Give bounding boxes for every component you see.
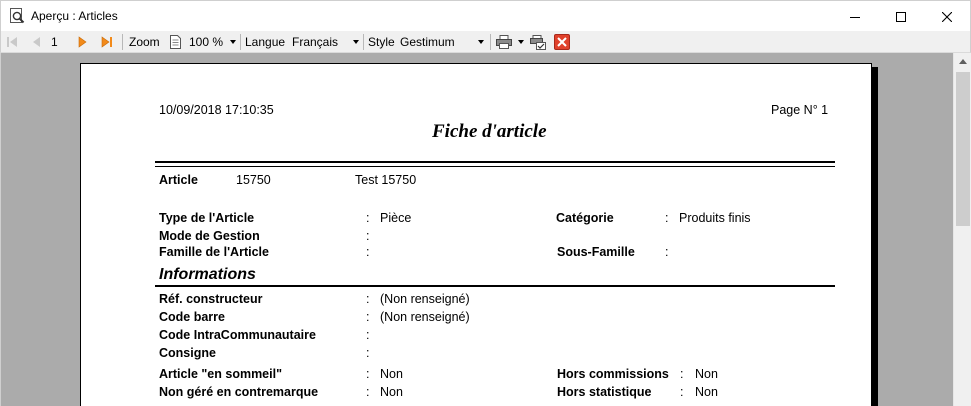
scroll-up-icon[interactable]	[959, 59, 967, 64]
close-icon	[942, 11, 952, 22]
info-value: Non	[380, 385, 403, 399]
next-page-button[interactable]	[78, 31, 88, 53]
last-page-button[interactable]	[101, 31, 113, 53]
close-preview-button[interactable]	[554, 31, 570, 53]
field-value: Pièce	[380, 211, 412, 225]
info-value: Non	[380, 367, 403, 381]
preview-magnifier-icon	[10, 8, 25, 24]
langue-label: Langue	[245, 35, 286, 49]
info-value: Non	[695, 367, 718, 381]
document-icon	[170, 35, 181, 49]
info-colon: :	[366, 310, 370, 324]
info-label: Consigne	[159, 346, 216, 360]
page-zoom-icon	[170, 31, 181, 53]
style-label: Style	[368, 35, 395, 49]
info-colon: :	[366, 346, 370, 360]
report-page-number: Page N° 1	[771, 103, 829, 117]
next-page-icon	[78, 36, 87, 48]
field-label: Sous-Famille	[557, 245, 635, 259]
double-rule-bottom	[155, 166, 835, 167]
field-colon: :	[366, 229, 370, 243]
info-colon: :	[680, 367, 684, 381]
maximize-icon	[896, 11, 906, 22]
chevron-down-icon[interactable]	[518, 40, 524, 44]
info-label: Article "en sommeil"	[159, 367, 283, 381]
info-colon: :	[366, 292, 370, 306]
field-label: Type de l'Article	[159, 211, 255, 225]
scrollbar-thumb[interactable]	[956, 72, 970, 226]
first-page-icon	[7, 37, 17, 47]
section-title-informations: Informations	[159, 266, 256, 283]
printer-icon	[496, 35, 512, 49]
field-colon: :	[366, 211, 370, 225]
info-value: (Non renseigné)	[380, 310, 470, 324]
info-colon: :	[680, 385, 684, 399]
info-value: (Non renseigné)	[380, 292, 470, 306]
first-page-button[interactable]	[6, 31, 18, 53]
field-label: Catégorie	[556, 211, 614, 225]
close-icon	[554, 34, 570, 50]
info-label: Hors commissions	[557, 367, 669, 381]
print-setup-icon	[530, 34, 546, 50]
info-colon: :	[366, 328, 370, 342]
window-title: Aperçu : Articles	[31, 9, 118, 23]
previous-page-icon	[33, 37, 40, 47]
field-label: Famille de l'Article	[159, 245, 269, 259]
report-title: Fiche d'article	[432, 121, 547, 142]
info-label: Non géré en contremarque	[159, 385, 319, 399]
field-colon: :	[366, 245, 370, 259]
chevron-down-icon[interactable]	[478, 40, 484, 44]
field-value: Produits finis	[679, 211, 751, 225]
info-label: Réf. constructeur	[159, 292, 263, 306]
print-setup-button[interactable]	[530, 31, 546, 53]
info-label: Hors statistique	[557, 385, 652, 399]
chevron-down-icon[interactable]	[353, 40, 359, 44]
report-datetime: 10/09/2018 17:10:35	[159, 103, 274, 117]
last-page-icon	[101, 36, 112, 48]
info-colon: :	[366, 367, 370, 381]
langue-select[interactable]: Français	[292, 31, 338, 53]
preview-toolbar: 1 Zoom 100 % Langue Français Style Gesti…	[0, 31, 971, 53]
double-rule-top	[155, 161, 835, 163]
minimize-button[interactable]	[832, 1, 878, 32]
article-name: Test 15750	[355, 173, 417, 187]
vertical-scrollbar[interactable]	[953, 53, 971, 406]
info-value: Non	[695, 385, 718, 399]
article-label: Article	[159, 173, 198, 187]
field-label: Mode de Gestion	[159, 229, 260, 243]
close-button[interactable]	[924, 1, 970, 32]
title-bar: Aperçu : Articles	[0, 0, 971, 31]
minimize-icon	[850, 16, 860, 18]
article-code: 15750	[236, 173, 271, 187]
page-number-field[interactable]: 1	[51, 31, 58, 53]
style-select[interactable]: Gestimum	[400, 31, 455, 53]
info-label: Code barre	[159, 310, 225, 324]
info-colon: :	[366, 385, 370, 399]
zoom-label: Zoom	[129, 35, 160, 49]
previous-page-button[interactable]	[31, 31, 41, 53]
chevron-down-icon[interactable]	[230, 40, 236, 44]
section-rule	[155, 285, 835, 287]
maximize-button[interactable]	[878, 1, 924, 32]
field-colon: :	[665, 211, 669, 225]
print-button[interactable]	[496, 31, 512, 53]
zoom-select[interactable]: 100 %	[189, 31, 223, 53]
field-colon: :	[665, 245, 669, 259]
info-label: Code IntraCommunautaire	[159, 328, 316, 342]
